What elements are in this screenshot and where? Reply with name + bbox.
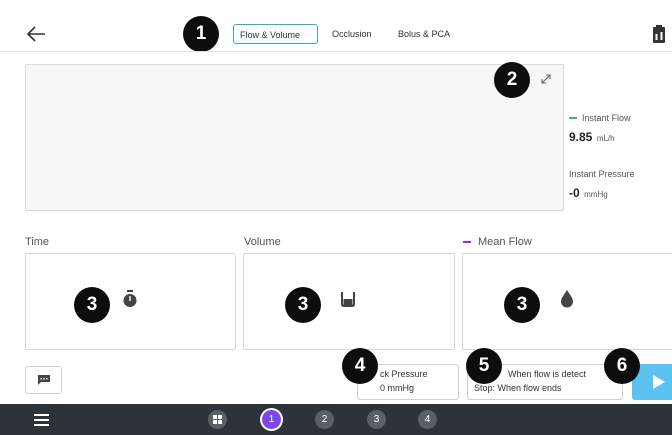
callout-4: 4: [342, 348, 378, 384]
back-pressure-label: ck Pressure: [380, 369, 428, 379]
instant-pressure-label: Instant Pressure: [569, 169, 635, 179]
report-icon[interactable]: [652, 25, 666, 43]
mean-flow-label: Mean Flow: [478, 236, 532, 248]
callout-3-mean-flow: 3: [504, 287, 540, 323]
instant-flow-unit: mL/h: [596, 134, 615, 143]
instant-pressure-value: -0: [569, 186, 580, 200]
apps-grid-button[interactable]: [208, 410, 227, 429]
time-label: Time: [25, 236, 50, 248]
instant-flow-reading: 9.85 mL/h: [569, 128, 615, 146]
play-icon: [653, 375, 665, 389]
step-4-button[interactable]: 4: [418, 410, 437, 429]
bottom-navigation-bar: [0, 404, 672, 435]
menu-icon[interactable]: [34, 413, 49, 426]
instant-flow-label: Instant Flow: [582, 113, 631, 123]
callout-2: 2: [494, 62, 530, 98]
flow-detect-stop: Stop: When flow ends: [474, 383, 562, 393]
mean-flow-legend-icon: [463, 241, 471, 243]
stopwatch-icon: [122, 290, 138, 308]
step-1-button[interactable]: 1: [262, 410, 281, 429]
instant-pressure-reading: -0 mmHg: [569, 184, 608, 202]
volume-label: Volume: [244, 236, 281, 248]
tab-flow-volume[interactable]: Flow & Volume: [233, 24, 318, 44]
instant-flow-value: 9.85: [569, 130, 593, 144]
callout-3-volume: 3: [285, 287, 321, 323]
back-arrow-icon[interactable]: [25, 24, 47, 44]
tab-occlusion[interactable]: Occlusion: [332, 24, 372, 44]
callout-3-time: 3: [74, 287, 110, 323]
instant-pressure-unit: mmHg: [584, 190, 608, 199]
beaker-icon: [340, 291, 356, 307]
flow-chart-area: [25, 64, 564, 211]
callout-1: 1: [183, 16, 219, 52]
tab-bolus-pca[interactable]: Bolus & PCA: [398, 24, 450, 44]
instant-flow-legend-icon: [569, 117, 577, 119]
expand-icon[interactable]: [540, 72, 552, 84]
grid-icon: [213, 415, 222, 424]
droplet-icon: [560, 289, 574, 308]
step-2-button[interactable]: 2: [315, 410, 334, 429]
step-3-button[interactable]: 3: [367, 410, 386, 429]
message-button[interactable]: [25, 366, 62, 394]
back-pressure-value: 0 mmHg: [380, 383, 415, 393]
flow-detect-start: When flow is detect: [508, 369, 587, 379]
callout-5: 5: [466, 348, 502, 384]
header-divider: [0, 51, 672, 52]
chat-icon: [38, 375, 50, 385]
callout-6: 6: [604, 348, 640, 384]
